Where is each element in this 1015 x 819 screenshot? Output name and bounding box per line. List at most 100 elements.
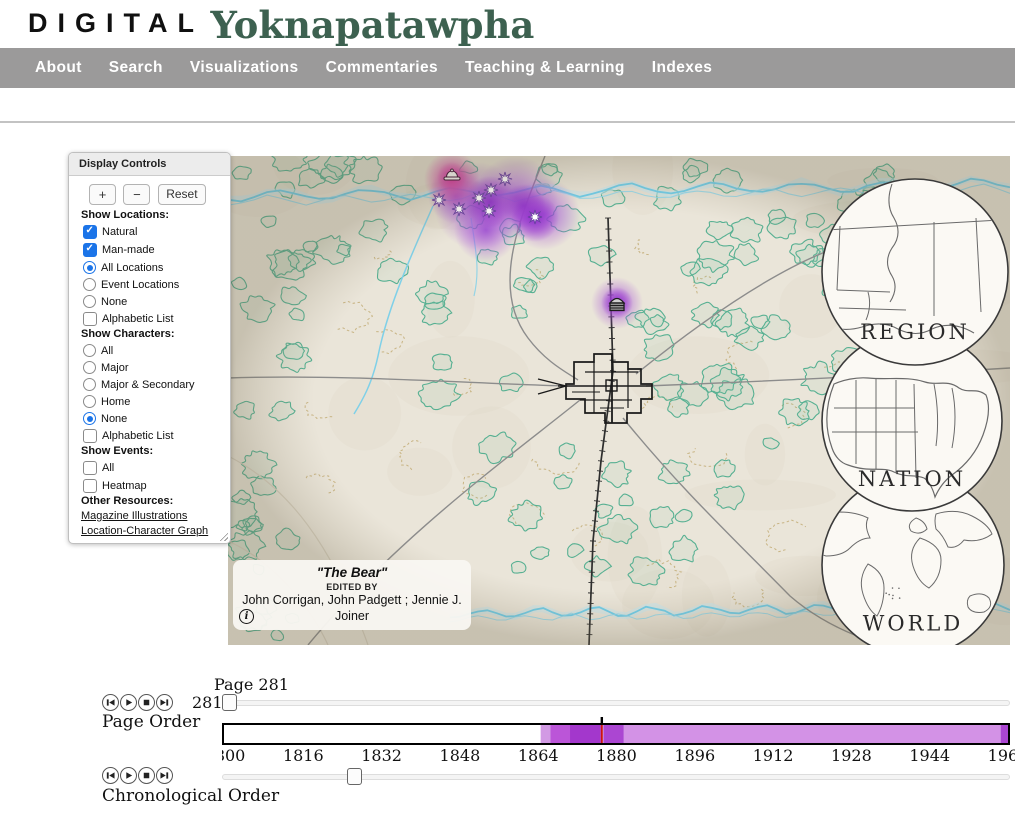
locations-alphabetic-label: Alphabetic List (102, 313, 174, 325)
edited-by-label: EDITED BY (241, 582, 463, 592)
svg-text:1960: 1960 (988, 746, 1015, 765)
stop-icon (141, 697, 152, 708)
svg-text:1912: 1912 (753, 746, 794, 765)
skip-to-start-icon (105, 770, 116, 781)
locations-alphabetic-checkbox[interactable] (83, 312, 97, 326)
svg-text:1800: 1800 (222, 746, 245, 765)
svg-text:1816: 1816 (283, 746, 324, 765)
nav-item-about[interactable]: About (35, 59, 82, 77)
characters-all-label: All (101, 345, 113, 357)
page-skip-to-start-button[interactable] (102, 694, 119, 711)
events-heatmap-checkbox[interactable] (83, 479, 97, 493)
chrono-play-button[interactable] (120, 767, 137, 784)
characters-major-secondary-radio[interactable] (83, 378, 96, 391)
logo-prefix: DIGITAL (28, 8, 204, 38)
man-made-label: Man-made (102, 244, 155, 256)
event-location-marker[interactable] (482, 204, 496, 218)
event-location-marker[interactable] (484, 183, 498, 197)
nav-item-indexes[interactable]: Indexes (652, 59, 713, 77)
natural-label: Natural (102, 226, 137, 238)
play-icon (123, 697, 134, 708)
svg-text:1832: 1832 (361, 746, 402, 765)
cabin-marker[interactable] (610, 299, 624, 311)
zoom-in-button[interactable]: + (89, 184, 116, 205)
chronological-order-label: Chronological Order (102, 786, 279, 806)
page-order-slider-handle[interactable] (222, 694, 237, 711)
events-heatmap-label: Heatmap (102, 480, 147, 492)
site-logo[interactable]: DIGITAL Yoknapatawpha (28, 3, 534, 47)
svg-text:WORLD: WORLD (863, 612, 963, 636)
natural-checkbox[interactable] (83, 225, 97, 239)
characters-alphabetic-checkbox[interactable] (83, 429, 97, 443)
zoom-out-button[interactable]: − (123, 184, 150, 205)
svg-text:NATION: NATION (858, 467, 966, 491)
header-divider (0, 121, 1015, 123)
current-page-label: Page 281 (214, 675, 289, 694)
page-skip-to-end-button[interactable] (156, 694, 173, 711)
chronological-slider-track[interactable] (222, 774, 1010, 780)
nav-item-search[interactable]: Search (109, 59, 163, 77)
show-events-heading: Show Events: (81, 445, 222, 457)
chronological-media-controls (102, 767, 173, 784)
main-nav: About Search Visualizations Commentaries… (0, 48, 1015, 88)
reset-button[interactable]: Reset (158, 184, 206, 205)
event-location-marker[interactable] (452, 202, 466, 216)
nav-item-commentaries[interactable]: Commentaries (326, 59, 438, 77)
show-characters-heading: Show Characters: (81, 328, 222, 340)
nav-item-visualizations[interactable]: Visualizations (190, 59, 299, 77)
page-play-button[interactable] (120, 694, 137, 711)
svg-text:1944: 1944 (909, 746, 950, 765)
locations-none-label: None (101, 296, 127, 308)
characters-all-radio[interactable] (83, 344, 96, 357)
page-slider-value: 281 (192, 693, 223, 712)
chrono-stop-button[interactable] (138, 767, 155, 784)
characters-none-label: None (101, 413, 127, 425)
map-area[interactable]: WORLD NATION REGION "The Bear" EDITED BY J… (228, 156, 1010, 645)
all-locations-label: All Locations (101, 262, 163, 274)
svg-text:REGION: REGION (860, 320, 970, 344)
svg-text:1864: 1864 (518, 746, 559, 765)
man-made-checkbox[interactable] (83, 243, 97, 257)
event-location-marker[interactable] (498, 172, 512, 186)
other-resources-heading: Other Resources: (81, 495, 222, 507)
play-icon (123, 770, 134, 781)
event-location-marker[interactable] (528, 210, 542, 224)
event-location-marker[interactable] (472, 191, 486, 205)
all-locations-radio[interactable] (83, 261, 96, 274)
nav-item-teaching[interactable]: Teaching & Learning (465, 59, 625, 77)
characters-home-radio[interactable] (83, 395, 96, 408)
event-locations-radio[interactable] (83, 278, 96, 291)
show-locations-heading: Show Locations: (81, 209, 222, 221)
page-order-media-controls (102, 694, 173, 711)
event-location-marker[interactable] (432, 193, 446, 207)
page-stop-button[interactable] (138, 694, 155, 711)
chrono-skip-to-end-button[interactable] (156, 767, 173, 784)
event-locations-label: Event Locations (101, 279, 179, 291)
logo-brand: Yoknapatawpha (210, 3, 534, 47)
characters-major-secondary-label: Major & Secondary (101, 379, 195, 391)
characters-major-radio[interactable] (83, 361, 96, 374)
editors-names: John Corrigan, John Padgett ; Jennie J. … (241, 593, 463, 624)
chronological-slider-handle[interactable] (347, 768, 362, 785)
magazine-illustrations-link[interactable]: Magazine Illustrations (81, 510, 222, 522)
events-all-label: All (102, 462, 114, 474)
svg-text:1848: 1848 (440, 746, 481, 765)
locations-none-radio[interactable] (83, 295, 96, 308)
location-character-graph-link[interactable]: Location-Character Graph (81, 525, 222, 537)
characters-major-label: Major (101, 362, 129, 374)
text-info-box: "The Bear" EDITED BY John Corrigan, John… (233, 560, 471, 630)
svg-text:1896: 1896 (674, 746, 715, 765)
chrono-skip-to-start-button[interactable] (102, 767, 119, 784)
skip-to-end-icon (159, 697, 170, 708)
events-all-checkbox[interactable] (83, 461, 97, 475)
characters-home-label: Home (101, 396, 130, 408)
narrative-timeline[interactable]: 1800181618321848186418801896191219281944… (222, 715, 1015, 767)
characters-none-radio[interactable] (83, 412, 96, 425)
skip-to-end-icon (159, 770, 170, 781)
skip-to-start-icon (105, 697, 116, 708)
text-title: "The Bear" (241, 565, 463, 580)
inset-region[interactable]: REGION (822, 179, 1008, 365)
page-order-slider-track[interactable] (222, 700, 1010, 706)
stop-icon (141, 770, 152, 781)
panel-title[interactable]: Display Controls (69, 153, 230, 176)
